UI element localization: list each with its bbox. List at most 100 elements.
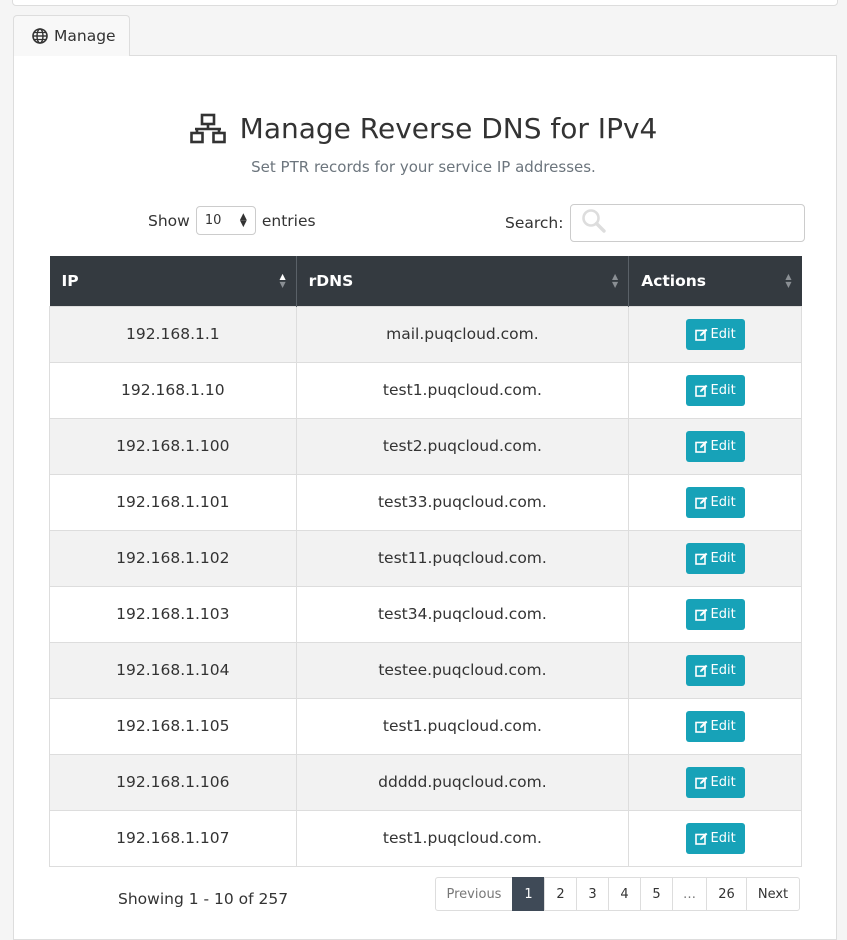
pagination-next[interactable]: Next	[746, 877, 800, 911]
rdns-cell: test2.puqcloud.com.	[295, 417, 630, 475]
edit-icon	[694, 664, 708, 677]
edit-button[interactable]: Edit	[685, 318, 745, 350]
ip-cell: 192.168.1.102	[49, 529, 297, 587]
select-caret-icon: ▲ ▼	[239, 211, 247, 229]
sort-icon: ▲ ▼	[612, 272, 619, 289]
entries-select-value: 10	[204, 213, 222, 228]
search-icon	[581, 208, 607, 238]
actions-cell: Edit	[628, 697, 802, 755]
edit-button[interactable]: Edit	[685, 710, 745, 742]
pagination-page-4[interactable]: 4	[608, 877, 641, 911]
edit-button-label: Edit	[710, 606, 736, 622]
actions-cell: Edit	[628, 641, 802, 699]
column-header-label: Actions	[641, 271, 707, 290]
table-row: 192.168.1.102 test11.puqcloud.com. Edit	[49, 529, 802, 587]
rdns-cell: test33.puqcloud.com.	[295, 473, 630, 531]
table-info: Showing 1 - 10 of 257	[118, 890, 289, 908]
edit-icon	[694, 496, 708, 509]
edit-icon	[694, 384, 708, 397]
edit-button-label: Edit	[710, 550, 736, 566]
ip-cell: 192.168.1.101	[49, 473, 297, 531]
ip-cell: 192.168.1.100	[49, 417, 297, 475]
table-header-row: IP ▲ ▼ rDNS ▲ ▼ Actions ▲ ▼	[49, 256, 802, 306]
pagination-page-3[interactable]: 3	[576, 877, 609, 911]
column-header-label: IP	[61, 271, 79, 290]
actions-cell: Edit	[628, 473, 802, 531]
actions-cell: Edit	[628, 529, 802, 587]
column-header-rdns[interactable]: rDNS ▲ ▼	[296, 256, 630, 306]
edit-icon	[694, 832, 708, 845]
search-label: Search:	[505, 214, 564, 232]
edit-button[interactable]: Edit	[685, 654, 745, 686]
page-subtitle: Set PTR records for your service IP addr…	[251, 158, 596, 176]
edit-button[interactable]: Edit	[685, 430, 745, 462]
rdns-cell: test34.puqcloud.com.	[295, 585, 630, 643]
rdns-cell: ddddd.puqcloud.com.	[295, 753, 630, 811]
pagination-page-2[interactable]: 2	[544, 877, 577, 911]
ip-cell: 192.168.1.107	[49, 809, 297, 867]
top-panel-edge	[12, 0, 838, 6]
ip-cell: 192.168.1.1	[49, 305, 297, 363]
edit-button[interactable]: Edit	[685, 766, 745, 798]
edit-button-label: Edit	[710, 382, 736, 398]
entries-label: entries	[261, 211, 316, 230]
tab-label: Manage	[54, 27, 116, 45]
actions-cell: Edit	[628, 809, 802, 867]
pagination-previous[interactable]: Previous	[435, 877, 513, 911]
actions-cell: Edit	[628, 417, 802, 475]
edit-button-label: Edit	[710, 438, 736, 454]
table-row: 192.168.1.10 test1.puqcloud.com. Edit	[49, 361, 802, 419]
column-header-actions[interactable]: Actions ▲ ▼	[628, 256, 802, 306]
edit-button-label: Edit	[710, 662, 736, 678]
rdns-cell: test1.puqcloud.com.	[295, 809, 630, 867]
globe-icon	[32, 28, 48, 44]
edit-button-label: Edit	[710, 830, 736, 846]
edit-icon	[694, 776, 708, 789]
show-label: Show	[148, 211, 190, 230]
table-row: 192.168.1.101 test33.puqcloud.com. Edit	[49, 473, 802, 531]
edit-button[interactable]: Edit	[685, 822, 745, 854]
edit-button-label: Edit	[710, 774, 736, 790]
actions-cell: Edit	[628, 753, 802, 811]
actions-cell: Edit	[628, 585, 802, 643]
ip-cell: 192.168.1.105	[49, 697, 297, 755]
edit-icon	[694, 440, 708, 453]
ip-cell: 192.168.1.104	[49, 641, 297, 699]
table-row: 192.168.1.100 test2.puqcloud.com. Edit	[49, 417, 802, 475]
pagination-ellipsis: …	[672, 877, 707, 911]
edit-button[interactable]: Edit	[685, 486, 745, 518]
pagination-page-26[interactable]: 26	[706, 877, 747, 911]
pagination-page-5[interactable]: 5	[640, 877, 673, 911]
tab-manage[interactable]: Manage	[13, 15, 130, 56]
rdns-cell: test1.puqcloud.com.	[295, 697, 630, 755]
edit-icon	[694, 328, 708, 341]
entries-select[interactable]: 10 ▲ ▼	[195, 206, 256, 235]
page-title-text: Manage Reverse DNS for IPv4	[239, 112, 658, 145]
edit-button-label: Edit	[710, 494, 736, 510]
sort-icon: ▲ ▼	[279, 272, 286, 289]
table-row: 192.168.1.1 mail.puqcloud.com. Edit	[49, 305, 802, 363]
column-header-ip[interactable]: IP ▲ ▼	[49, 256, 297, 306]
length-control: Show 10 ▲ ▼ entries	[148, 206, 316, 235]
pagination-page-1[interactable]: 1	[512, 877, 545, 911]
column-header-label: rDNS	[308, 271, 354, 290]
ip-cell: 192.168.1.10	[49, 361, 297, 419]
rdns-cell: test1.puqcloud.com.	[295, 361, 630, 419]
rdns-cell: mail.puqcloud.com.	[295, 305, 630, 363]
search-control: Search:	[505, 204, 806, 242]
table-row: 192.168.1.104 testee.puqcloud.com. Edit	[49, 641, 802, 699]
search-input[interactable]	[570, 204, 806, 242]
edit-button[interactable]: Edit	[685, 374, 745, 406]
edit-icon	[694, 552, 708, 565]
table-row: 192.168.1.106 ddddd.puqcloud.com. Edit	[49, 753, 802, 811]
edit-button[interactable]: Edit	[685, 598, 745, 630]
edit-icon	[694, 608, 708, 621]
edit-icon	[694, 720, 708, 733]
edit-button-label: Edit	[710, 326, 736, 342]
rdns-cell: testee.puqcloud.com.	[295, 641, 630, 699]
edit-button-label: Edit	[710, 718, 736, 734]
rdns-cell: test11.puqcloud.com.	[295, 529, 630, 587]
table-row: 192.168.1.103 test34.puqcloud.com. Edit	[49, 585, 802, 643]
edit-button[interactable]: Edit	[685, 542, 745, 574]
table-row: 192.168.1.107 test1.puqcloud.com. Edit	[49, 809, 802, 867]
